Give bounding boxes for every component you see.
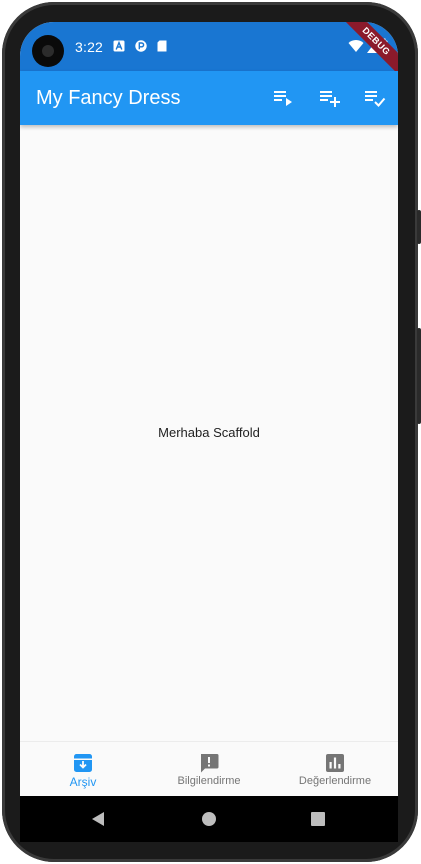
system-navigation-bar [20, 796, 398, 842]
home-icon[interactable] [201, 810, 217, 828]
archive-icon [74, 754, 92, 772]
playlist-add-icon[interactable] [317, 86, 341, 110]
status-time: 3:22 [75, 39, 104, 55]
announcement-icon [201, 754, 219, 773]
app-bar: My Fancy Dress [20, 71, 398, 125]
assessment-icon [326, 754, 344, 772]
power-button [417, 210, 421, 244]
app-notification-p-icon [135, 40, 147, 52]
playlist-add-check-icon[interactable] [362, 86, 386, 110]
wifi-icon [348, 40, 364, 52]
nav-item-arsiv[interactable]: Arşiv [20, 742, 146, 796]
bottom-navigation-bar: Arşiv Bilgilendirme Değerlendirme [20, 741, 398, 796]
scaffold-body: Merhaba Scaffold [20, 125, 398, 741]
nav-label-arsiv: Arşiv [69, 775, 97, 789]
device-screen: 3:22 DEBUG My Fancy Dress Merhaba Scaffo… [20, 22, 398, 796]
sd-card-icon [157, 40, 167, 52]
status-bar: 3:22 DEBUG [20, 22, 398, 81]
app-notification-a-icon [113, 40, 125, 52]
front-camera [32, 35, 64, 67]
nav-item-bilgilendirme[interactable]: Bilgilendirme [146, 742, 272, 796]
volume-button [417, 328, 421, 424]
body-text: Merhaba Scaffold [158, 425, 260, 440]
recents-icon[interactable] [310, 810, 326, 828]
nav-label-degerlendirme: Değerlendirme [298, 775, 372, 787]
nav-label-bilgilendirme: Bilgilendirme [177, 775, 241, 787]
nav-item-degerlendirme[interactable]: Değerlendirme [272, 742, 398, 796]
playlist-play-icon[interactable] [271, 86, 295, 110]
back-icon[interactable] [90, 810, 106, 828]
app-title: My Fancy Dress [36, 87, 181, 109]
